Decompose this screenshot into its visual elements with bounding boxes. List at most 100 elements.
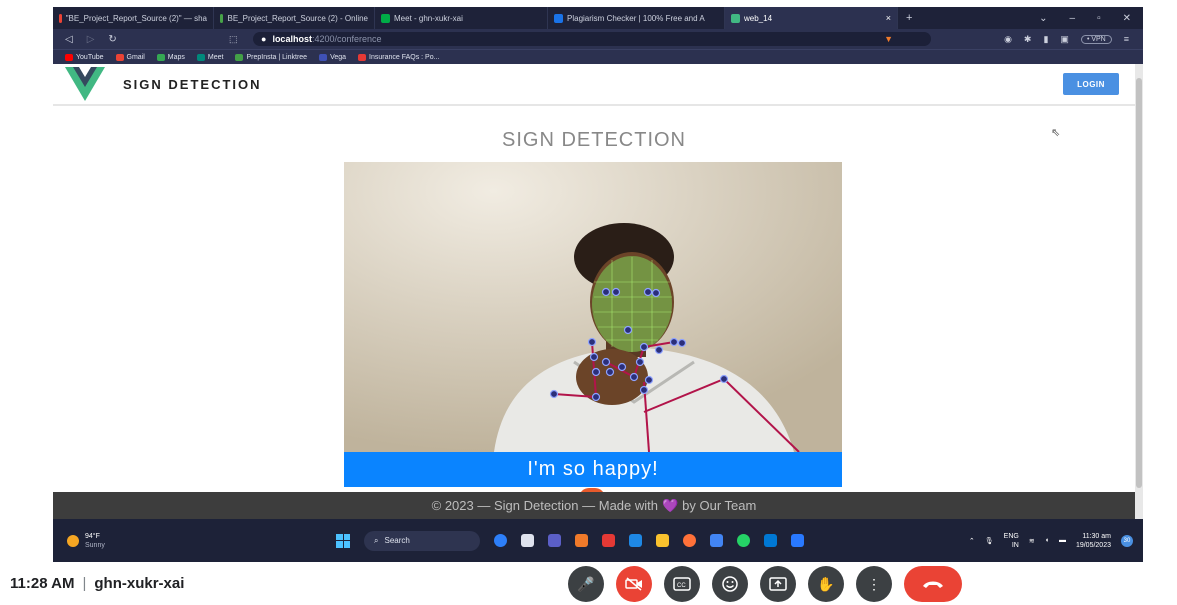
tab-overleaf[interactable]: BE_Project_Report_Source (2) - Online (214, 7, 375, 29)
pdf-reader-icon[interactable] (602, 534, 615, 547)
youtube-icon (65, 53, 73, 61)
task-view-icon[interactable] (521, 534, 534, 547)
copilot-icon[interactable] (494, 534, 507, 547)
address-bar-row: ◁ ▷ ↻ ⬚ ● localhost:4200/conference ▼ ◉ … (53, 29, 1143, 49)
weather-condition: Sunny (85, 541, 105, 549)
toolbar-icons: ◉ ✱ ▮ ▣ • VPN ≡ (1004, 34, 1129, 45)
emoji-reaction-button[interactable] (712, 566, 748, 602)
meeting-info: 11:28 AM | ghn-xukr-xai (10, 575, 184, 592)
meet-control-bar: 11:28 AM | ghn-xukr-xai 🎤 CC ✋ ⋮ (0, 563, 1177, 605)
extension-icon[interactable]: ◉ (1004, 34, 1012, 45)
windows-start-icon[interactable] (336, 533, 350, 548)
more-vertical-icon: ⋮ (867, 575, 881, 592)
camera-off-icon (625, 577, 642, 591)
microphone-icon[interactable]: 🎙 (985, 537, 994, 545)
url-host: localhost (272, 34, 312, 44)
meet-controls: 🎤 CC ✋ ⋮ (568, 566, 962, 602)
bookmark-prepinsta[interactable]: PrepInsta | Linktree (235, 53, 307, 61)
firefox-icon[interactable] (683, 534, 696, 547)
taskbar-search[interactable]: ⌕ Search (364, 530, 480, 551)
taskbar-apps: ⌕ Search (336, 530, 804, 551)
brave-shield-icon[interactable]: ▼ (884, 34, 893, 44)
present-icon (769, 577, 787, 591)
bookmark-maps[interactable]: Maps (156, 53, 185, 61)
url-path: :4200/conference (311, 34, 382, 44)
reload-icon[interactable]: ↻ (108, 34, 116, 45)
meeting-time: 11:28 AM (10, 575, 75, 592)
bookmark-gmail[interactable]: Gmail (115, 53, 145, 61)
battery-icon[interactable]: ▬ (1059, 537, 1066, 544)
forward-icon[interactable]: ▷ (87, 34, 95, 45)
weather-temp: 94°F (85, 532, 100, 540)
gmail-icon (115, 53, 124, 61)
weather-widget[interactable]: 94°F Sunny (67, 532, 105, 550)
tab-plagiarism[interactable]: Plagiarism Checker | 100% Free and A (548, 7, 725, 29)
tab-gmail[interactable]: "BE_Project_Report_Source (2)" — sha (53, 7, 214, 29)
wallet-icon[interactable]: ▣ (1060, 34, 1069, 45)
sidebar-icon[interactable]: ▮ (1043, 34, 1048, 45)
meet-icon (381, 13, 390, 23)
clock-date: 19/05/2023 (1075, 541, 1111, 549)
close-tab-icon[interactable]: × (886, 13, 891, 23)
close-window-icon[interactable]: ✕ (1123, 13, 1131, 24)
web-page: SIGN DETECTION LOGIN ⇖ SIGN DETECTION I'… (53, 64, 1135, 492)
minimize-icon[interactable]: – (1070, 13, 1076, 24)
system-clock[interactable]: 11:30 am 19/05/2023 (1076, 532, 1111, 550)
puzzle-icon[interactable]: ✱ (1024, 34, 1032, 45)
volume-icon[interactable]: ◖ (1045, 537, 1049, 544)
raise-hand-button[interactable]: ✋ (808, 566, 844, 602)
chevron-down-icon[interactable]: ⌄ (1039, 13, 1047, 24)
tab-web14[interactable]: web_14 × (725, 7, 898, 29)
login-button[interactable]: LOGIN (1063, 73, 1119, 95)
webcam-image (344, 162, 842, 452)
bookmarks-bar: YouTube Gmail Maps Meet PrepInsta | Link… (53, 49, 1143, 64)
bookmark-icon[interactable]: ⬚ (229, 34, 238, 45)
bookmark-youtube[interactable]: YouTube (65, 53, 104, 61)
gmail-icon (59, 13, 62, 23)
browser-tab-bar: "BE_Project_Report_Source (2)" — sha BE_… (53, 7, 1143, 29)
microphone-toggle-button[interactable]: 🎤 (568, 566, 604, 602)
url-field[interactable]: ● localhost:4200/conference ▼ (253, 32, 931, 46)
brave-icon[interactable] (575, 534, 588, 547)
shared-screen: "BE_Project_Report_Source (2)" — sha BE_… (53, 7, 1143, 562)
store-icon[interactable] (710, 534, 723, 547)
photos-icon[interactable] (791, 534, 804, 547)
present-screen-button[interactable] (760, 566, 796, 602)
insurance-icon (358, 53, 367, 61)
bookmark-meet[interactable]: Meet (196, 53, 223, 61)
bookmark-insurance[interactable]: Insurance FAQs : Po... (358, 53, 439, 61)
tab-meet[interactable]: Meet - ghn-xukr-xai (375, 7, 548, 29)
file-explorer-icon[interactable] (656, 534, 669, 547)
lens-icon[interactable] (629, 534, 642, 547)
wifi-icon[interactable]: ≋ (1029, 537, 1035, 545)
menu-icon[interactable]: ≡ (1124, 34, 1129, 44)
vscode-icon[interactable] (764, 534, 777, 547)
more-options-button[interactable]: ⋮ (856, 566, 892, 602)
bookmark-vega[interactable]: Vega (319, 53, 346, 61)
captions-button[interactable]: CC (664, 566, 700, 602)
new-tab-button[interactable]: + (898, 12, 912, 24)
language-indicator[interactable]: ENG IN (1004, 532, 1019, 550)
scrollbar-thumb[interactable] (1136, 78, 1142, 488)
back-icon[interactable]: ◁ (65, 34, 73, 45)
whatsapp-icon[interactable] (737, 534, 750, 547)
vpn-button[interactable]: • VPN (1080, 34, 1112, 44)
app-header: SIGN DETECTION LOGIN (53, 64, 1135, 106)
camera-toggle-button[interactable] (616, 566, 652, 602)
emoji-icon (722, 576, 738, 592)
meet-frame: "BE_Project_Report_Source (2)" — sha BE_… (0, 0, 1177, 605)
meet-icon (196, 53, 205, 61)
nav-buttons: ◁ ▷ ↻ (53, 34, 235, 45)
teams-icon[interactable] (548, 534, 561, 547)
maximize-icon[interactable]: ▫ (1097, 13, 1101, 24)
page-scrollbar[interactable] (1135, 64, 1143, 519)
leave-call-button[interactable] (904, 566, 962, 602)
notification-badge[interactable]: 30 (1121, 534, 1133, 547)
tab-label: Plagiarism Checker | 100% Free and A (567, 13, 705, 23)
chevron-up-icon[interactable]: ⌃ (969, 537, 975, 545)
site-info-icon[interactable]: ● (261, 34, 266, 44)
webcam-feed (344, 162, 842, 452)
page-footer: © 2023 — Sign Detection — Made with 💜 by… (53, 492, 1135, 519)
windows-taskbar: 94°F Sunny ⌕ Search ⌃ 🎙 ENG IN ≋ ◖ ▬ 11:… (53, 519, 1143, 562)
search-icon: ⌕ (374, 535, 379, 545)
